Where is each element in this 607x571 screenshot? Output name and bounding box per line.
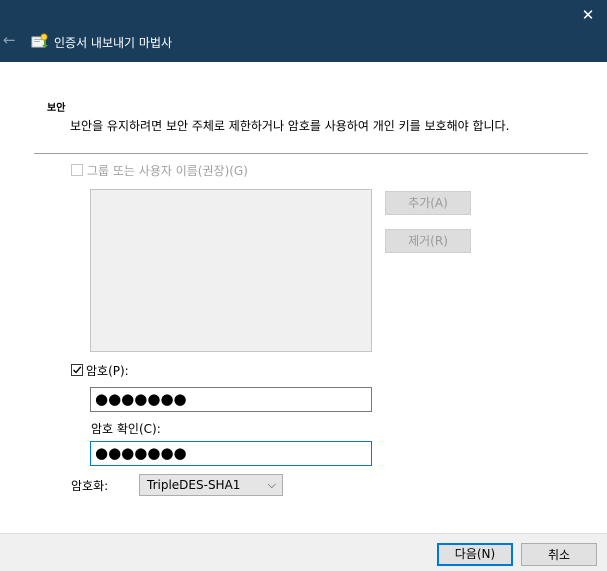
confirm-password-label: 암호 확인(C): — [91, 422, 161, 436]
add-button[interactable]: 추가(A) — [385, 191, 471, 215]
section-description: 보안을 유지하려면 보안 주체로 제한하거나 암호를 사용하여 개인 키를 보호… — [70, 119, 510, 133]
back-arrow-icon[interactable]: ← — [3, 32, 19, 48]
confirm-password-input[interactable]: ●●●●●●● — [90, 441, 372, 466]
section-heading: 보안 — [47, 103, 66, 114]
group-or-user-label: 그룹 또는 사용자 이름(권장)(G) — [87, 164, 248, 178]
divider — [34, 153, 588, 154]
next-button[interactable]: 다음(N) — [437, 543, 513, 566]
encryption-select[interactable]: TripleDES-SHA1 ⌵ — [139, 474, 283, 496]
remove-button[interactable]: 제거(R) — [385, 229, 471, 253]
wizard-title: 인증서 내보내기 마법사 — [54, 36, 173, 50]
encryption-selected-value: TripleDES-SHA1 — [147, 478, 241, 492]
chevron-down-icon: ⌵ — [267, 478, 276, 491]
certificate-wizard-icon — [31, 33, 48, 48]
title-bar: ✕ ← 인증서 내보내기 마법사 — [0, 0, 607, 62]
group-or-user-checkbox[interactable] — [71, 164, 83, 176]
cancel-button[interactable]: 취소 — [521, 543, 597, 566]
password-checkbox[interactable] — [71, 364, 83, 376]
group-or-user-listbox[interactable] — [90, 189, 372, 352]
password-label: 암호(P): — [86, 364, 129, 378]
footer-bar: 다음(N) 취소 — [0, 533, 607, 571]
password-input[interactable]: ●●●●●●● — [90, 387, 372, 412]
encryption-label: 암호화: — [71, 479, 109, 493]
close-icon[interactable]: ✕ — [577, 4, 599, 26]
checkmark-icon — [73, 366, 82, 374]
